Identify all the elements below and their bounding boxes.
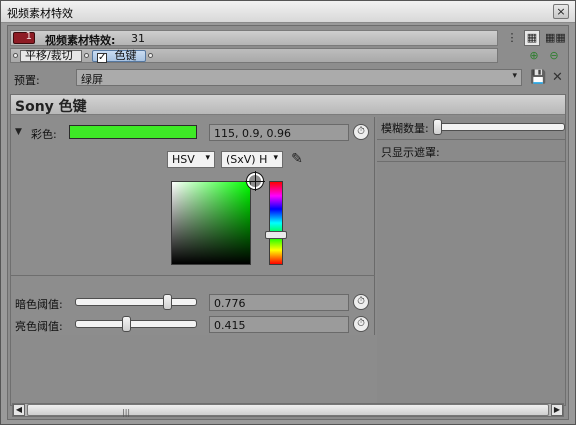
hue-slider-knob[interactable] xyxy=(265,231,287,239)
chevron-down-icon: ▾ xyxy=(205,153,210,163)
eyedropper-icon[interactable]: ✎ xyxy=(289,151,305,167)
dark-threshold-label: 暗色阈值: xyxy=(15,298,63,311)
bright-threshold-value[interactable]: 0.415 xyxy=(209,316,349,333)
chain-item-label: 平移/裁切 xyxy=(25,49,73,62)
right-params-pane: 模糊数量: 只显示遮罩: xyxy=(377,117,565,405)
view-list-icon[interactable]: ⋮ xyxy=(504,30,520,46)
scroll-right-icon[interactable]: ▶ xyxy=(551,404,563,416)
left-params-pane: ▼ 彩色: 115, 0.9, 0.96 ⏱ HSV ▾ (SxV) H ▾ ✎ xyxy=(11,117,375,335)
scroll-left-icon[interactable]: ◀ xyxy=(13,404,25,416)
effect-chain: 平移/裁切 ✓ 色键 xyxy=(10,48,498,63)
scrollbar-thumb[interactable]: ||| xyxy=(27,404,549,417)
color-mode-select[interactable]: (SxV) H ▾ xyxy=(221,151,283,168)
fx-badge-icon: 1 xyxy=(13,31,35,44)
blur-amount-label: 模糊数量: xyxy=(381,122,429,135)
effects-header: 1 视频素材特效: 31 xyxy=(10,30,498,47)
blur-amount-slider[interactable] xyxy=(433,123,565,131)
chain-start-dot xyxy=(13,53,18,58)
show-mask-row: 只显示遮罩: xyxy=(377,141,565,161)
preset-row: 预置: 绿屏 ▾ 💾 ✕ xyxy=(10,68,566,90)
color-mode-value: (SxV) H xyxy=(226,153,268,166)
view-mode-buttons: ⋮ ▦ ▦▦ xyxy=(504,30,566,46)
blur-amount-row: 模糊数量: xyxy=(377,117,565,139)
bright-threshold-knob[interactable] xyxy=(121,316,131,332)
divider xyxy=(377,161,565,162)
color-model-value: HSV xyxy=(172,153,195,166)
preset-label: 预置: xyxy=(14,74,40,87)
color-value[interactable]: 115, 0.9, 0.96 xyxy=(209,124,349,141)
clock-icon[interactable]: ⏱ xyxy=(353,316,369,332)
checkbox-icon[interactable]: ✓ xyxy=(97,53,107,63)
effects-count: 31 xyxy=(131,32,145,45)
divider xyxy=(377,139,565,140)
window-title: 视频素材特效 xyxy=(7,7,73,20)
dark-threshold-value[interactable]: 0.776 xyxy=(209,294,349,311)
color-label: 彩色: xyxy=(31,128,57,141)
clock-icon[interactable]: ⏱ xyxy=(353,124,369,140)
dark-threshold-row: 暗色阈值: 0.776 ⏱ xyxy=(11,293,375,313)
chain-link-dot xyxy=(84,53,89,58)
effects-client-area: 1 视频素材特效: 31 ⋮ ▦ ▦▦ 平移/裁切 ✓ 色键 ⊕ ⊖ 预置: 绿… xyxy=(7,25,569,420)
dark-threshold-slider[interactable] xyxy=(75,298,197,306)
preset-value: 绿屏 xyxy=(81,73,103,86)
chain-item-pan-crop[interactable]: 平移/裁切 xyxy=(20,50,82,62)
fx-badge-number: 1 xyxy=(25,31,32,42)
effects-window: 视频素材特效 × 1 视频素材特效: 31 ⋮ ▦ ▦▦ 平移/裁切 ✓ 色键 xyxy=(0,0,576,425)
delete-preset-icon[interactable]: ✕ xyxy=(550,70,565,85)
view-tiles-icon[interactable]: ▦▦ xyxy=(544,30,566,46)
effects-label: 视频素材特效: xyxy=(45,34,116,47)
divider xyxy=(11,275,375,276)
show-mask-label: 只显示遮罩: xyxy=(381,146,440,159)
add-effect-icon[interactable]: ⊕ xyxy=(526,49,542,63)
clock-icon[interactable]: ⏱ xyxy=(353,294,369,310)
color-picker-cursor[interactable] xyxy=(245,171,265,191)
close-button[interactable]: × xyxy=(553,4,569,19)
chevron-down-icon: ▾ xyxy=(512,71,517,81)
view-grid-icon[interactable]: ▦ xyxy=(524,30,540,46)
horizontal-scrollbar[interactable]: ◀ ||| ▶ xyxy=(12,403,564,417)
dark-threshold-knob[interactable] xyxy=(162,294,172,310)
plugin-name: Sony 色键 xyxy=(15,99,87,115)
bright-threshold-slider[interactable] xyxy=(75,320,197,328)
chevron-down-icon: ▾ xyxy=(273,153,278,163)
plugin-header: Sony 色键 xyxy=(11,95,565,115)
preset-select[interactable]: 绿屏 ▾ xyxy=(76,69,522,86)
saturation-value-picker[interactable] xyxy=(171,181,251,265)
blur-amount-knob[interactable] xyxy=(433,119,442,135)
bright-threshold-row: 亮色阈值: 0.415 ⏱ xyxy=(11,315,375,335)
chain-item-label: 色键 xyxy=(114,49,137,62)
remove-effect-icon[interactable]: ⊖ xyxy=(546,49,562,63)
color-swatch[interactable] xyxy=(69,125,197,139)
title-bar: 视频素材特效 × xyxy=(1,1,575,23)
bright-threshold-label: 亮色阈值: xyxy=(15,320,63,333)
collapse-icon[interactable]: ▼ xyxy=(15,127,22,137)
chain-end-dot xyxy=(148,53,153,58)
hue-slider[interactable] xyxy=(269,181,283,265)
color-model-select[interactable]: HSV ▾ xyxy=(167,151,215,168)
save-preset-icon[interactable]: 💾 xyxy=(530,70,546,85)
chain-buttons: ⊕ ⊖ xyxy=(526,49,566,63)
color-row: ▼ 彩色: 115, 0.9, 0.96 ⏱ xyxy=(11,123,375,143)
plugin-panel: Sony 色键 ▼ 彩色: 115, 0.9, 0.96 ⏱ HSV ▾ (Sx… xyxy=(10,94,566,406)
chain-item-chroma-key[interactable]: ✓ 色键 xyxy=(92,49,146,63)
